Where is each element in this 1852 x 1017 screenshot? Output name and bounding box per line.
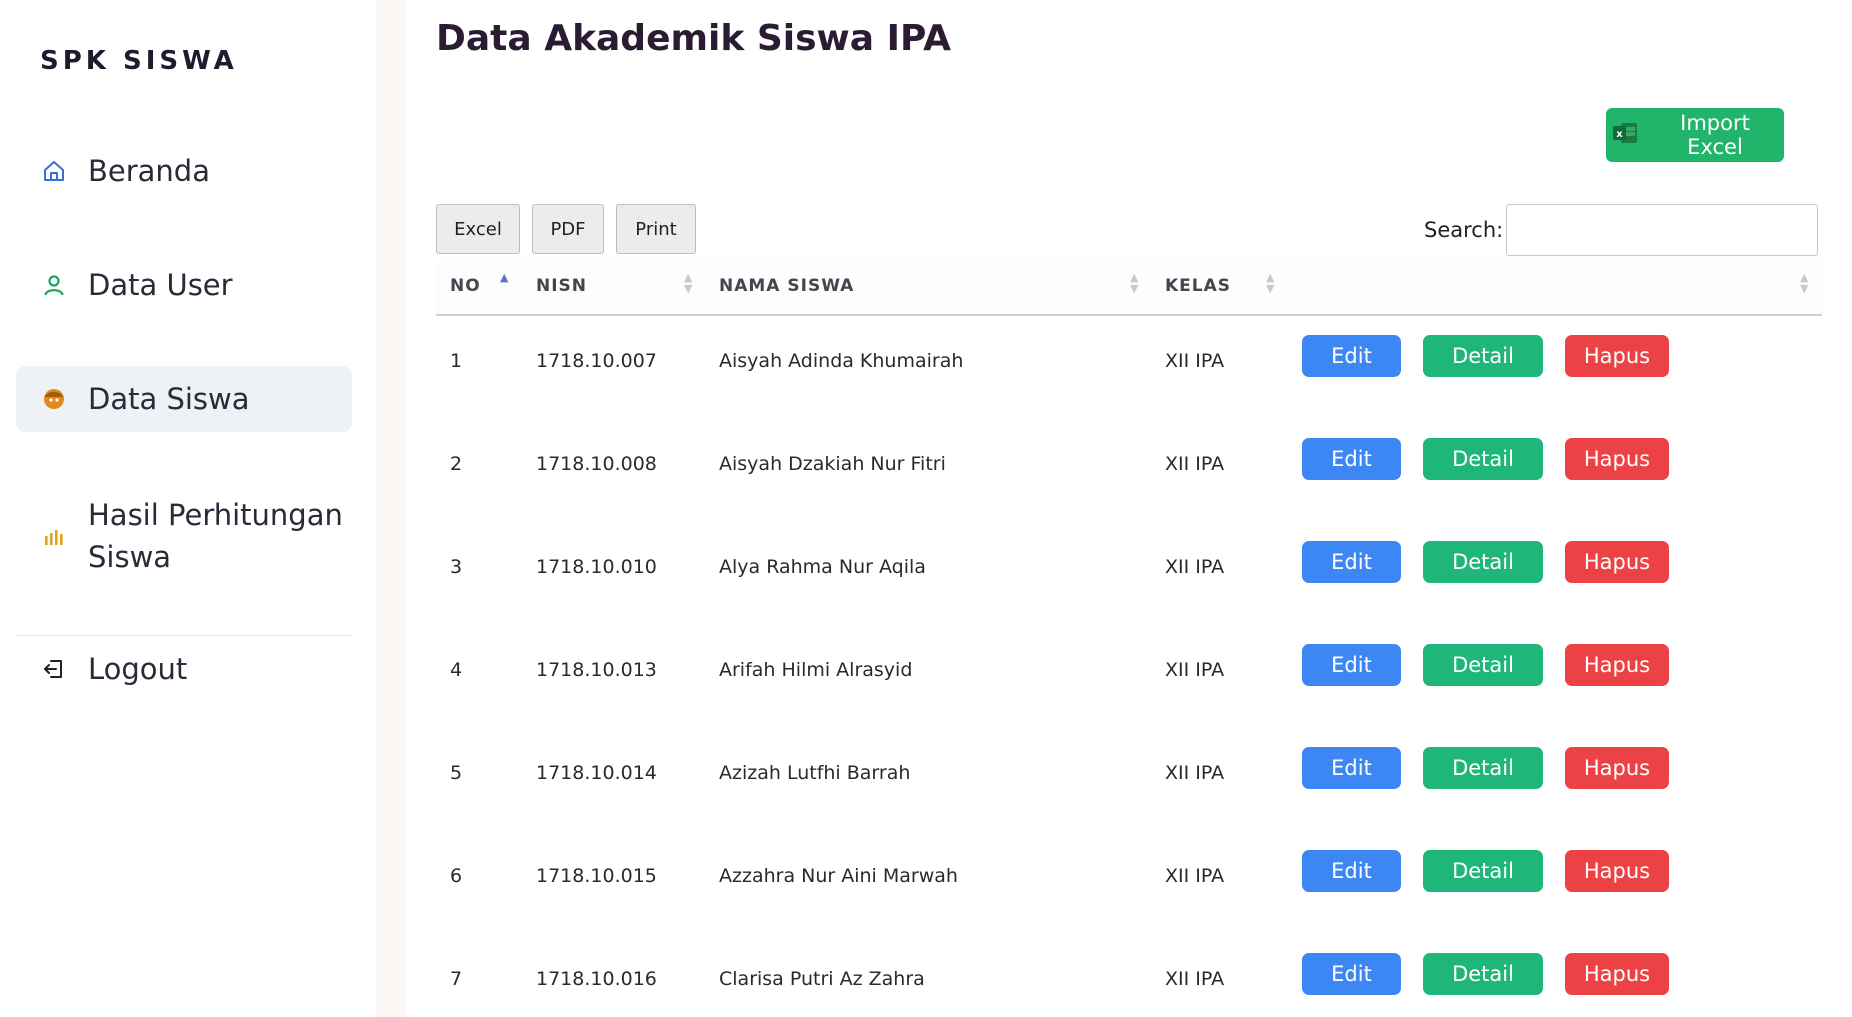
sort-icon[interactable]: ▲ ▼ — [1130, 272, 1138, 294]
column-header-no[interactable]: NO — [450, 276, 481, 296]
detail-button[interactable]: Detail — [1423, 953, 1543, 995]
excel-icon: x — [1612, 121, 1638, 150]
table-row: 2 1718.10.008 Aisyah Dzakiah Nur Fitri X… — [436, 417, 1822, 520]
student-icon — [40, 387, 68, 411]
edit-button[interactable]: Edit — [1302, 438, 1401, 480]
hapus-button[interactable]: Hapus — [1565, 541, 1669, 583]
cell-nama: Alya Rahma Nur Aqila — [719, 556, 926, 578]
column-header-kelas[interactable]: KELAS — [1165, 276, 1231, 296]
cell-nama: Arifah Hilmi Alrasyid — [719, 659, 913, 681]
cell-nisn: 1718.10.016 — [536, 968, 657, 990]
cell-no: 2 — [450, 453, 463, 475]
cell-nisn: 1718.10.008 — [536, 453, 657, 475]
cell-nisn: 1718.10.007 — [536, 350, 657, 372]
edit-button[interactable]: Edit — [1302, 541, 1401, 583]
cell-no: 1 — [450, 350, 463, 372]
svg-text:x: x — [1616, 129, 1623, 140]
table-row: 1 1718.10.007 Aisyah Adinda Khumairah XI… — [436, 314, 1822, 417]
detail-button[interactable]: Detail — [1423, 438, 1543, 480]
sidebar-item-hasil-perhitungan[interactable]: Hasil Perhitungan Siswa — [16, 490, 352, 582]
search-label: Search: — [1424, 218, 1504, 242]
sidebar-item-label: Logout — [88, 652, 188, 686]
cell-nama: Azzahra Nur Aini Marwah — [719, 865, 958, 887]
table-header: NO ▲ NISN ▲ ▼ NAMA SISWA ▲ ▼ KELAS ▲ ▼ ▲ ▼ — [436, 258, 1822, 316]
cell-nisn: 1718.10.010 — [536, 556, 657, 578]
sidebar-item-logout[interactable]: Logout — [16, 648, 352, 690]
sidebar-item-label-group: Hasil Perhitungan Siswa — [88, 494, 343, 578]
table-row: 3 1718.10.010 Alya Rahma Nur Aqila XII I… — [436, 520, 1822, 623]
logout-icon — [40, 657, 68, 681]
sidebar-item-label: Data User — [88, 268, 233, 302]
cell-kelas: XII IPA — [1165, 350, 1225, 372]
cell-nama: Azizah Lutfhi Barrah — [719, 762, 911, 784]
hapus-button[interactable]: Hapus — [1565, 850, 1669, 892]
hapus-button[interactable]: Hapus — [1565, 644, 1669, 686]
sidebar-item-beranda[interactable]: Beranda — [16, 150, 352, 192]
sort-icon[interactable]: ▲ ▼ — [1800, 272, 1808, 294]
import-excel-button[interactable]: x Import Excel — [1606, 108, 1784, 162]
sidebar-item-label: Data Siswa — [88, 382, 250, 416]
edit-button[interactable]: Edit — [1302, 953, 1401, 995]
column-header-nisn[interactable]: NISN — [536, 276, 587, 296]
page-title: Data Akademik Siswa IPA — [436, 18, 951, 59]
detail-button[interactable]: Detail — [1423, 850, 1543, 892]
cell-nisn: 1718.10.015 — [536, 865, 657, 887]
table-row: 5 1718.10.014 Azizah Lutfhi Barrah XII I… — [436, 726, 1822, 829]
brand-title: SPK SISWA — [40, 46, 238, 76]
hapus-button[interactable]: Hapus — [1565, 953, 1669, 995]
detail-button[interactable]: Detail — [1423, 335, 1543, 377]
hapus-button[interactable]: Hapus — [1565, 747, 1669, 789]
sidebar-item-data-siswa[interactable]: Data Siswa — [16, 366, 352, 432]
sort-icon[interactable]: ▲ ▼ — [1266, 272, 1274, 294]
cell-kelas: XII IPA — [1165, 453, 1225, 475]
edit-button[interactable]: Edit — [1302, 644, 1401, 686]
detail-button[interactable]: Detail — [1423, 541, 1543, 583]
print-button[interactable]: Print — [616, 204, 696, 254]
cell-no: 7 — [450, 968, 463, 990]
edit-button[interactable]: Edit — [1302, 850, 1401, 892]
cell-no: 5 — [450, 762, 463, 784]
cell-nama: Aisyah Adinda Khumairah — [719, 350, 964, 372]
sidebar-item-label-line2: Siswa — [88, 540, 172, 574]
import-excel-label: Import Excel — [1680, 111, 1750, 159]
sort-asc-icon[interactable]: ▲ — [500, 272, 508, 283]
cell-no: 4 — [450, 659, 463, 681]
sidebar-item-label: Hasil Perhitungan — [88, 498, 343, 532]
cell-kelas: XII IPA — [1165, 556, 1225, 578]
sort-icon[interactable]: ▲ ▼ — [684, 272, 692, 294]
cell-kelas: XII IPA — [1165, 659, 1225, 681]
sidebar-divider — [16, 635, 352, 636]
sidebar: SPK SISWA Beranda Data User Data Siswa H… — [0, 0, 376, 1017]
table-row: 6 1718.10.015 Azzahra Nur Aini Marwah XI… — [436, 829, 1822, 932]
home-icon — [40, 159, 68, 183]
user-icon — [40, 273, 68, 297]
main-panel: Data Akademik Siswa IPA x Import Excel E… — [406, 0, 1852, 1017]
cell-kelas: XII IPA — [1165, 762, 1225, 784]
cell-no: 6 — [450, 865, 463, 887]
column-header-nama[interactable]: NAMA SISWA — [719, 276, 854, 296]
hapus-button[interactable]: Hapus — [1565, 438, 1669, 480]
table-row: 7 1718.10.016 Clarisa Putri Az Zahra XII… — [436, 932, 1822, 1017]
cell-kelas: XII IPA — [1165, 968, 1225, 990]
detail-button[interactable]: Detail — [1423, 747, 1543, 789]
cell-nisn: 1718.10.013 — [536, 659, 657, 681]
export-pdf-button[interactable]: PDF — [532, 204, 604, 254]
cell-kelas: XII IPA — [1165, 865, 1225, 887]
search-input[interactable] — [1506, 204, 1818, 256]
detail-button[interactable]: Detail — [1423, 644, 1543, 686]
cell-nisn: 1718.10.014 — [536, 762, 657, 784]
sidebar-item-data-user[interactable]: Data User — [16, 264, 352, 306]
sidebar-item-label: Beranda — [88, 154, 210, 188]
cell-nama: Aisyah Dzakiah Nur Fitri — [719, 453, 946, 475]
table-row: 4 1718.10.013 Arifah Hilmi Alrasyid XII … — [436, 623, 1822, 726]
hapus-button[interactable]: Hapus — [1565, 335, 1669, 377]
cell-no: 3 — [450, 556, 463, 578]
cell-nama: Clarisa Putri Az Zahra — [719, 968, 925, 990]
edit-button[interactable]: Edit — [1302, 747, 1401, 789]
bar-chart-icon — [40, 525, 68, 547]
export-excel-button[interactable]: Excel — [436, 204, 520, 254]
edit-button[interactable]: Edit — [1302, 335, 1401, 377]
